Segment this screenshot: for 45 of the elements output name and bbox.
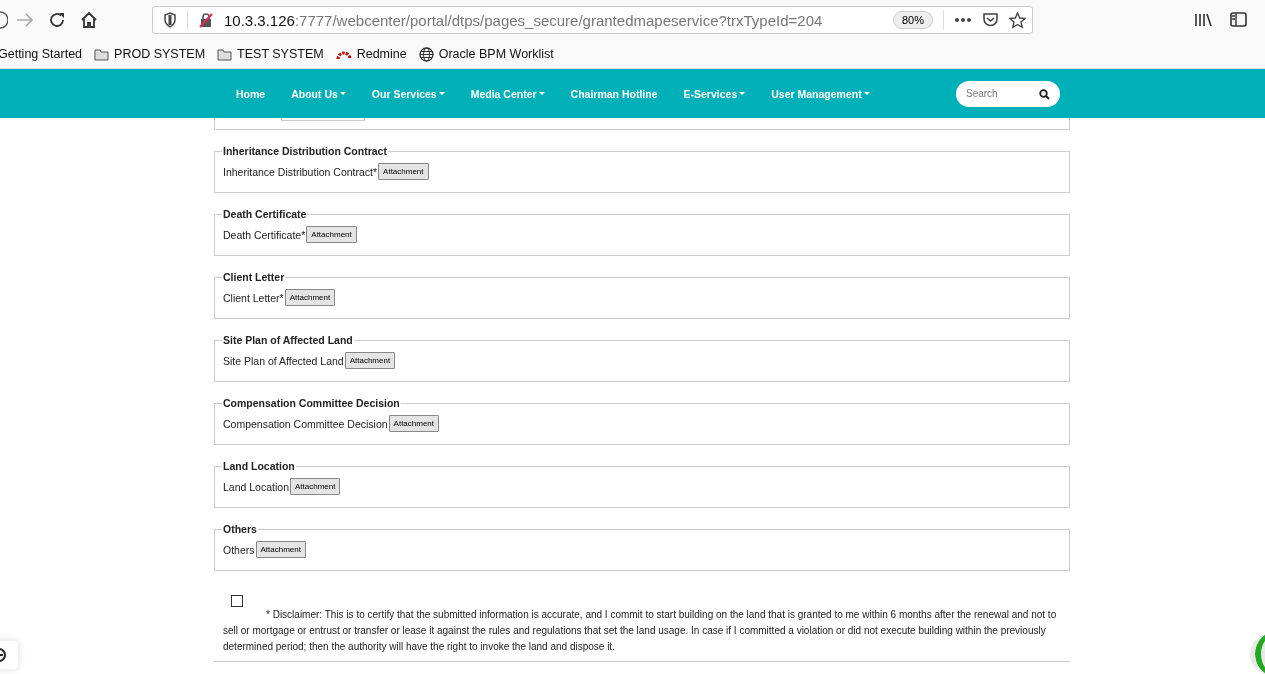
field-label: Death Certificate* [223,228,306,241]
address-bar[interactable]: 10.3.3.126:7777/webcenter/portal/dtps/pages_secure/grantedmapeservice?trxTypeId=204 80% [152,6,1033,34]
attachment-button[interactable]: Attachment [344,352,396,369]
search-icon[interactable] [1039,88,1050,100]
section-title: Others [222,523,258,535]
field-label: Others [223,543,255,556]
globe-icon [418,46,434,62]
attachment-button[interactable]: Attachment [255,541,306,558]
checkbox[interactable] [231,595,243,607]
disclaimer-text: * Disclaimer: This is to certify that the submitted information is accurate, and I commit to start building on the land that is granted to me within 6 months after the renewal and not to sell or mortgage or entrust or transfer or lease it against the rules and regulations that set the land usage. In case if I committed a violation or did not execute building within the previously determined period; then the authority will have the right to invoke the land and dispose it. [223,608,1058,654]
library-icon[interactable] [1194,12,1212,28]
folder-icon [94,47,110,61]
reload-icon[interactable] [48,11,66,29]
bookmark-item[interactable]: TEST SYSTEM [217,47,324,61]
folder-icon [217,47,233,61]
back-icon[interactable] [0,10,8,30]
sidebar-icon[interactable] [1230,12,1247,27]
insecure-lock-icon [198,12,214,28]
home-icon[interactable] [80,11,98,29]
section-title: Death Certificate [222,208,308,220]
section-title: Client Letter [222,271,286,283]
bookmark-item[interactable]: Oracle BPM Worklist [418,46,554,62]
field-label: Inheritance Distribution Contract* [223,165,378,178]
bookmark-item[interactable]: PROD SYSTEM [94,47,206,61]
attachment-button[interactable]: Attachment [378,163,429,180]
attachment-button[interactable]: Attachment [388,415,440,432]
attachment-button[interactable]: Attachment [306,226,357,243]
star-icon[interactable] [1009,11,1026,29]
section-title: Land Location [222,460,296,472]
zoom-level[interactable]: 80% [892,11,933,29]
field-label: Compensation Committee Decision [223,417,388,430]
section-title: Inheritance Distribution Contract [222,145,388,157]
more-icon[interactable] [954,17,972,23]
section-title: Compensation Committee Decision [222,397,401,409]
field-label: Land Location [223,480,289,493]
pocket-icon[interactable] [982,12,999,28]
attachment-button[interactable]: Attachment [284,289,336,306]
attachment-button[interactable]: Attachment [290,478,341,495]
section-title: Site Plan of Affected Land [222,334,354,346]
search-field[interactable]: Search [956,80,1060,107]
url-text: 10.3.3.126:7777/webcenter/portal/dtps/pages_secure/grantedmapeservice?trxTypeId=204 [224,11,824,29]
bookmark-item[interactable]: Redmine [335,47,407,61]
shield-icon [163,12,177,28]
field-label: Site Plan of Affected Land [223,354,344,367]
field-label: Client Letter* [223,291,284,304]
